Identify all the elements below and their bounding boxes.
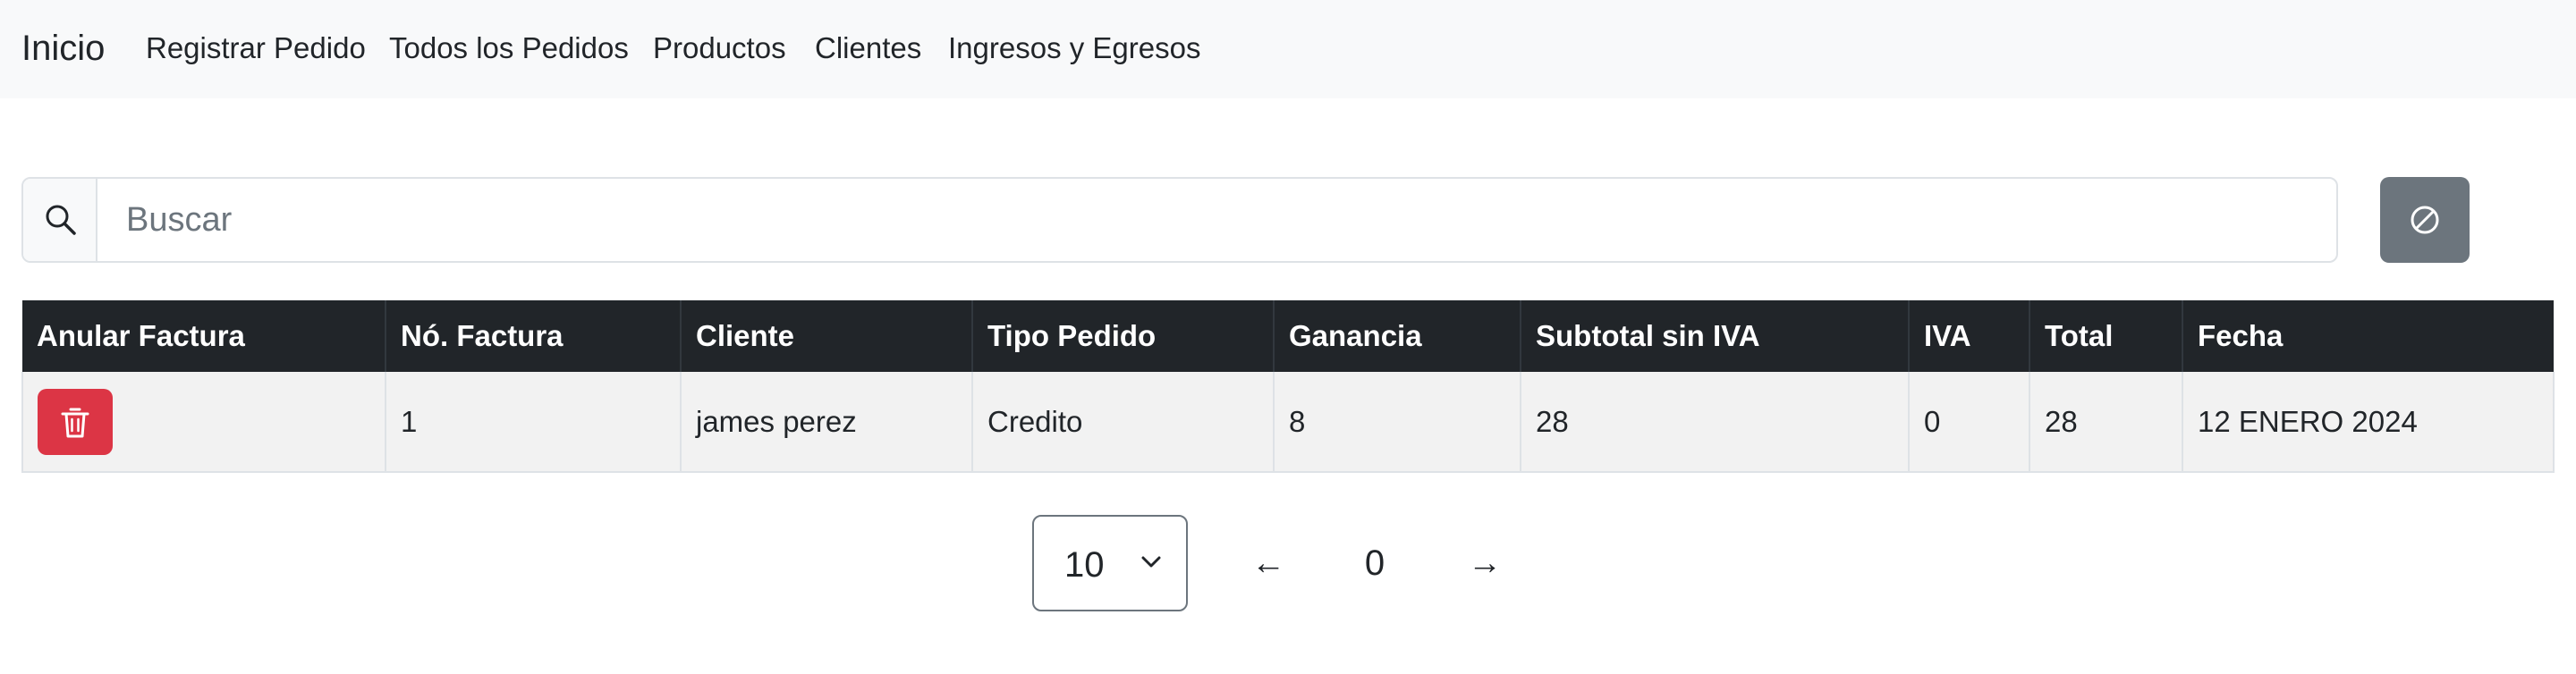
header-no-factura: Nó. Factura (386, 300, 682, 372)
nav-brand-inicio[interactable]: Inicio (21, 27, 105, 70)
cell-ganancia: 8 (1274, 372, 1521, 473)
page-size-select[interactable]: 10 (1032, 515, 1188, 611)
table-row: 1 james perez Credito 8 28 0 28 12 ENERO… (21, 372, 2555, 473)
nav-link-clientes[interactable]: Clientes (815, 30, 921, 66)
cell-cliente: james perez (681, 372, 973, 473)
cell-anular-factura (21, 372, 386, 473)
orders-table: Anular Factura Nó. Factura Cliente Tipo … (21, 300, 2555, 473)
navbar: Inicio Registrar Pedido Todos los Pedido… (0, 0, 2576, 98)
header-anular-factura: Anular Factura (22, 300, 386, 372)
ban-icon (2411, 206, 2439, 234)
clear-search-button[interactable] (2380, 177, 2470, 263)
nav-link-registrar-pedido[interactable]: Registrar Pedido (146, 30, 366, 66)
header-fecha: Fecha (2182, 300, 2554, 372)
search-addon (23, 179, 97, 261)
cell-iva: 0 (1909, 372, 2030, 473)
cell-tipo-pedido: Credito (972, 372, 1275, 473)
nav-link-productos[interactable]: Productos (653, 30, 786, 66)
orders-table-container: Anular Factura Nó. Factura Cliente Tipo … (21, 300, 2555, 473)
search-group (21, 177, 2338, 263)
header-ganancia: Ganancia (1274, 300, 1521, 372)
page-size-value: 10 (1064, 545, 1105, 585)
delete-invoice-button[interactable] (38, 388, 113, 455)
chevron-down-icon (1141, 556, 1161, 568)
cell-no-factura: 1 (386, 372, 682, 473)
nav-link-todos-los-pedidos[interactable]: Todos los Pedidos (389, 30, 629, 66)
trash-icon (61, 408, 89, 437)
header-subtotal-sin-iva: Subtotal sin IVA (1521, 300, 1910, 372)
next-page-button[interactable]: → (1462, 540, 1508, 586)
cell-fecha: 12 ENERO 2024 (2182, 372, 2555, 473)
table-header-row: Anular Factura Nó. Factura Cliente Tipo … (22, 300, 2554, 372)
nav-link-ingresos-y-egresos[interactable]: Ingresos y Egresos (948, 30, 1200, 66)
cell-total: 28 (2029, 372, 2183, 473)
header-iva: IVA (1909, 300, 2030, 372)
header-tipo-pedido: Tipo Pedido (972, 300, 1275, 372)
search-icon (46, 205, 76, 235)
search-input[interactable] (99, 179, 2336, 261)
page-number: 0 (1364, 543, 1385, 583)
header-cliente: Cliente (681, 300, 973, 372)
prev-page-button[interactable]: ← (1245, 540, 1292, 586)
cell-subtotal-sin-iva: 28 (1521, 372, 1910, 473)
header-total: Total (2029, 300, 2183, 372)
